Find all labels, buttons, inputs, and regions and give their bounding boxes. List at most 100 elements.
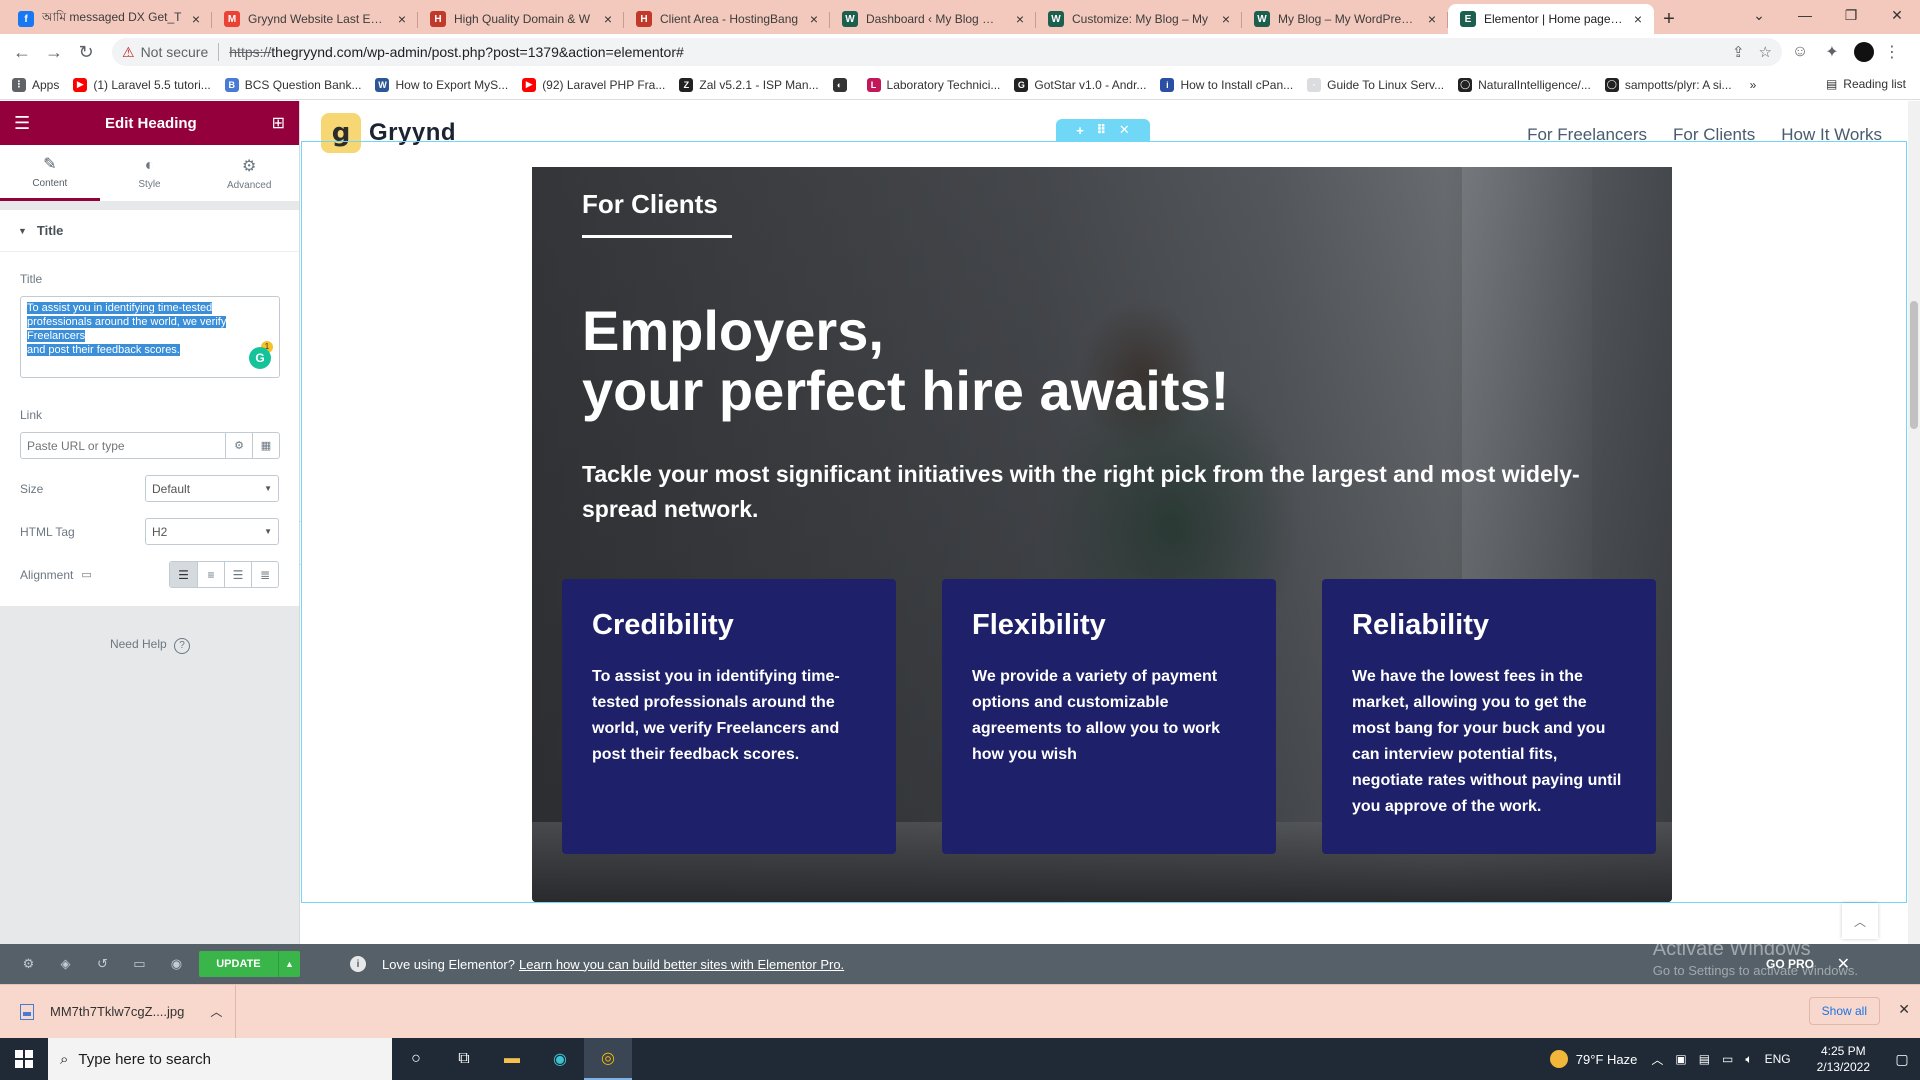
nav-how-it-works[interactable]: How It Works xyxy=(1781,125,1882,145)
nav-for-clients[interactable]: For Clients xyxy=(1673,125,1755,145)
bookmark-item[interactable]: ⋮ Apps xyxy=(12,77,59,92)
tray-app-icon[interactable]: ▣ xyxy=(1675,1052,1686,1066)
chevron-up-icon[interactable]: ︿ xyxy=(210,1003,222,1020)
section-header-title[interactable]: ▼ Title xyxy=(0,210,299,252)
title-textarea[interactable]: To assist you in identifying time-tested… xyxy=(20,296,280,378)
bookmark-item[interactable]: Z Zal v5.2.1 - ISP Man... xyxy=(679,77,819,92)
hero-subheading[interactable]: Tackle your most significant initiatives… xyxy=(582,457,1622,527)
task-view-icon[interactable]: ⧉ xyxy=(440,1038,488,1080)
notifications-icon[interactable]: ▢ xyxy=(1884,1051,1920,1068)
close-window-button[interactable]: ✕ xyxy=(1874,0,1920,30)
forward-button[interactable]: → xyxy=(40,38,68,66)
bookmark-item[interactable]: ▶ (92) Laravel PHP Fra... xyxy=(522,77,665,92)
tab-search-icon[interactable]: ⌄ xyxy=(1736,0,1782,30)
align-right-button[interactable]: ☰ xyxy=(224,562,251,587)
new-tab-button[interactable]: + xyxy=(1654,4,1684,34)
close-downloads-icon[interactable]: ✕ xyxy=(1898,1001,1910,1018)
tab-close-icon[interactable]: × xyxy=(806,11,822,27)
tab-close-icon[interactable]: × xyxy=(188,11,204,27)
browser-tab[interactable]: W Dashboard ‹ My Blog — W × xyxy=(830,4,1036,34)
preview-eye-icon[interactable]: ◉ xyxy=(158,956,195,972)
bookmark-item[interactable]: L Laboratory Technici... xyxy=(866,77,1000,92)
browser-tab[interactable]: H Client Area - HostingBang × xyxy=(624,4,830,34)
need-help-link[interactable]: Need Help ? xyxy=(0,637,300,654)
responsive-desktop-icon[interactable]: ▭ xyxy=(81,568,91,581)
download-item[interactable]: MM7th7Tklw7cgZ....jpg ︿ xyxy=(0,984,236,1039)
tab-close-icon[interactable]: × xyxy=(1424,11,1440,27)
tab-close-icon[interactable]: × xyxy=(394,11,410,27)
bookmark-item[interactable]: W How to Export MyS... xyxy=(375,77,508,92)
add-section-icon[interactable]: + xyxy=(1076,123,1084,138)
reading-list-button[interactable]: ▤ Reading list xyxy=(1826,77,1906,91)
chrome-icon[interactable]: ◎ xyxy=(584,1038,632,1080)
size-select[interactable]: Default ▼ xyxy=(145,475,279,502)
link-options-gear-icon[interactable]: ⚙ xyxy=(225,433,252,458)
update-button[interactable]: UPDATE ▲ xyxy=(198,951,301,977)
scroll-to-top-button[interactable]: ︿ xyxy=(1842,903,1878,939)
input-language[interactable]: ENG xyxy=(1765,1052,1791,1066)
dynamic-tags-icon[interactable]: ▦ xyxy=(252,433,279,458)
browser-tab[interactable]: E Elementor | Home page v4 × xyxy=(1448,4,1654,34)
weather-widget[interactable]: 79°F Haze xyxy=(1549,1050,1637,1068)
tab-close-icon[interactable]: × xyxy=(1218,11,1234,27)
minimize-button[interactable]: — xyxy=(1782,0,1828,30)
start-button[interactable] xyxy=(0,1038,48,1080)
promo-link[interactable]: Learn how you can build better sites wit… xyxy=(519,957,844,972)
tab-content[interactable]: ✎ Content xyxy=(0,145,100,201)
bookmark-item[interactable]: · Guide To Linux Serv... xyxy=(1307,77,1444,92)
card-reliability[interactable]: Reliability We have the lowest fees in t… xyxy=(1322,579,1656,854)
tab-advanced[interactable]: ⚙ Advanced xyxy=(199,145,299,201)
volume-icon[interactable]: 🔈︎ xyxy=(1745,1052,1752,1067)
edge-icon[interactable]: ◉ xyxy=(536,1038,584,1080)
card-flexibility[interactable]: Flexibility We provide a variety of paym… xyxy=(942,579,1276,854)
file-explorer-icon[interactable]: ▬ xyxy=(488,1038,536,1080)
more-bookmarks-button[interactable]: » xyxy=(1750,78,1757,92)
drag-handle-icon[interactable]: ⠿ xyxy=(1096,122,1106,138)
responsive-mode-icon[interactable]: ▭ xyxy=(121,956,158,972)
back-button[interactable]: ← xyxy=(8,38,36,66)
cortana-icon[interactable]: ○ xyxy=(392,1038,440,1080)
url-text[interactable]: https://thegryynd.com/wp-admin/post.php?… xyxy=(229,44,1718,60)
scrollbar-thumb[interactable] xyxy=(1910,301,1918,429)
go-pro-link[interactable]: GO PRO xyxy=(1766,957,1814,971)
settings-gear-icon[interactable]: ⚙ xyxy=(10,956,47,972)
bookmark-item[interactable]: G GotStar v1.0 - Andr... xyxy=(1014,77,1146,92)
bookmark-star-icon[interactable]: ☆ xyxy=(1759,43,1772,61)
hero-heading[interactable]: Employers, your perfect hire awaits! xyxy=(582,301,1622,421)
tab-close-icon[interactable]: × xyxy=(1630,11,1646,27)
link-input[interactable] xyxy=(21,433,225,458)
tab-style[interactable]: ◐ Style xyxy=(100,145,200,201)
restore-button[interactable]: ❐ xyxy=(1828,0,1874,30)
taskbar-search[interactable]: ⌕ Type here to search xyxy=(48,1038,392,1080)
browser-menu-icon[interactable]: ⋮ xyxy=(1878,42,1906,62)
bookmark-item[interactable]: ◐ xyxy=(832,77,853,92)
widgets-grid-icon[interactable]: ⊞ xyxy=(272,113,285,133)
preview-scrollbar[interactable] xyxy=(1908,101,1920,944)
tab-close-icon[interactable]: × xyxy=(600,11,616,27)
grammarly-icon[interactable]: G xyxy=(249,347,271,369)
bookmark-item[interactable]: ◯ NaturalIntelligence/... xyxy=(1458,77,1591,92)
show-all-button[interactable]: Show all xyxy=(1808,997,1880,1025)
history-icon[interactable]: ↺ xyxy=(84,956,121,972)
address-bar[interactable]: ⚠ Not secure https://thegryynd.com/wp-ad… xyxy=(112,38,1782,66)
meet-now-icon[interactable]: ▤ xyxy=(1699,1052,1710,1066)
align-left-button[interactable]: ☰ xyxy=(170,562,197,587)
hero-section[interactable]: For Clients Employers, your perfect hire… xyxy=(532,167,1672,902)
html-tag-select[interactable]: H2 ▼ xyxy=(145,518,279,545)
extension-icon[interactable]: ☺ xyxy=(1786,43,1814,61)
extensions-puzzle-icon[interactable]: ✦ xyxy=(1818,42,1846,62)
profile-avatar[interactable] xyxy=(1854,42,1874,62)
bookmark-item[interactable]: ▶ (1) Laravel 5.5 tutori... xyxy=(73,77,211,92)
bookmark-item[interactable]: B BCS Question Bank... xyxy=(224,77,361,92)
navigator-layers-icon[interactable]: ◈ xyxy=(47,956,84,972)
share-icon[interactable]: ⇪ xyxy=(1732,43,1745,61)
delete-section-icon[interactable]: ✕ xyxy=(1119,122,1130,138)
browser-tab[interactable]: f আমি messaged DX Get_T × xyxy=(6,4,212,34)
close-promo-icon[interactable]: ✕ xyxy=(1837,954,1850,974)
hamburger-menu-icon[interactable]: ☰ xyxy=(14,113,30,134)
bookmark-item[interactable]: i How to Install cPan... xyxy=(1160,77,1293,92)
site-logo-icon[interactable]: g xyxy=(321,113,361,153)
nav-for-freelancers[interactable]: For Freelancers xyxy=(1527,125,1647,145)
browser-tab[interactable]: H High Quality Domain & W × xyxy=(418,4,624,34)
align-center-button[interactable]: ≡ xyxy=(197,562,224,587)
